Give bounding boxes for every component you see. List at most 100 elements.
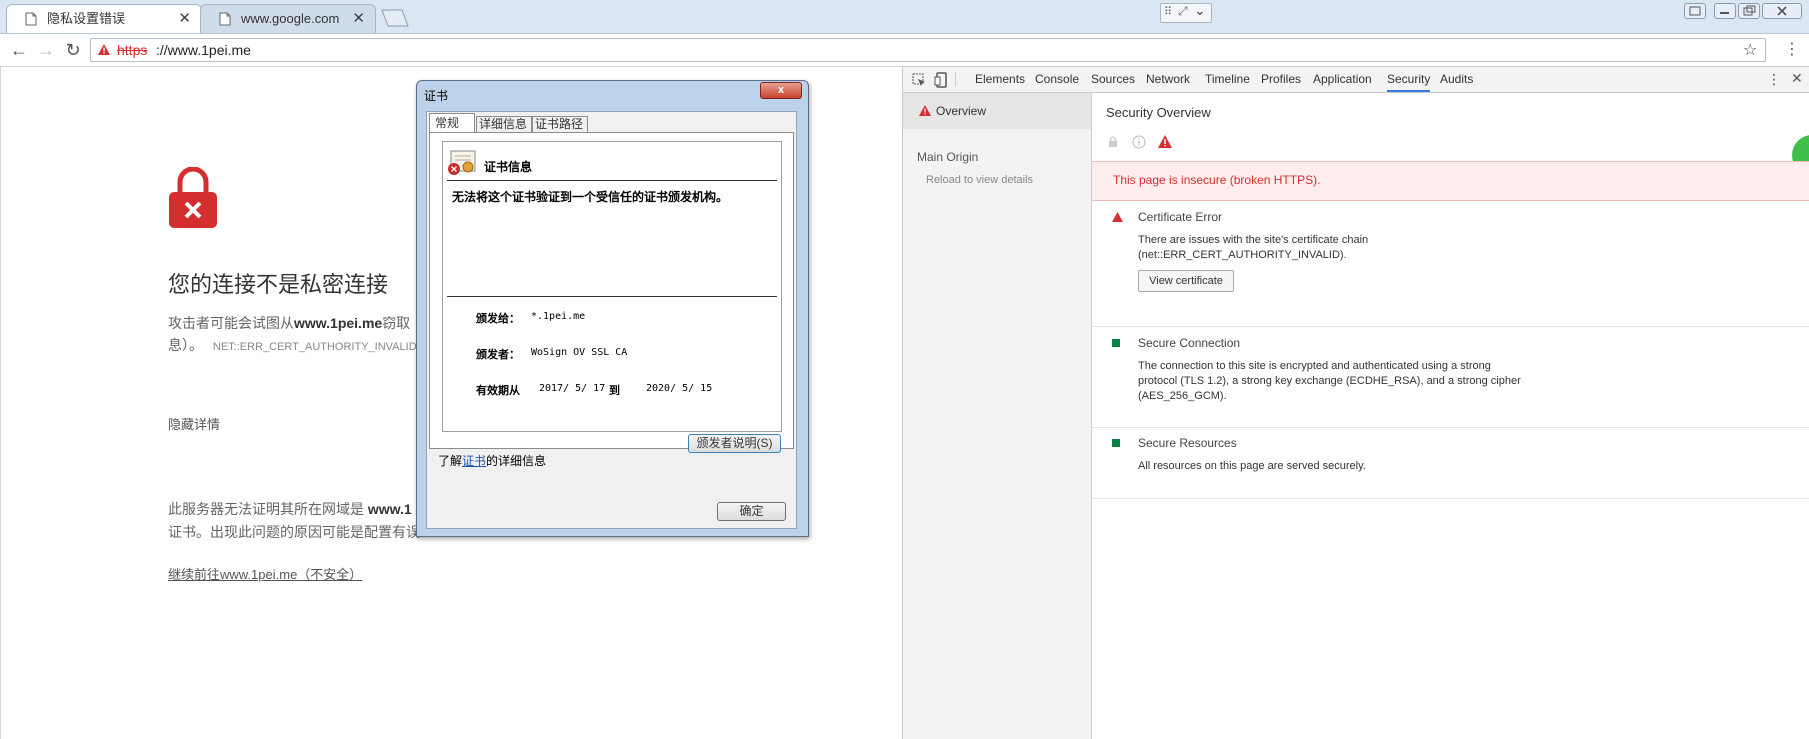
dialog-close-button[interactable]: x <box>760 82 802 99</box>
restore-button[interactable] <box>1738 3 1760 19</box>
learn-more-line: 了解证书的详细信息 <box>438 452 546 469</box>
section-text: (AES_256_GCM). <box>1138 390 1227 402</box>
certificate-error-icon <box>448 150 476 175</box>
tab-sources[interactable]: Sources <box>1091 67 1135 92</box>
detail-line2: 证书。出现此问题的原因可能是配置有误 <box>168 524 420 540</box>
tab-network[interactable]: Network <box>1146 67 1190 92</box>
minimize-icon <box>1720 12 1729 14</box>
url-host: ://www.1pei.me <box>156 42 251 58</box>
user-button[interactable] <box>1684 3 1706 19</box>
learn-text-suffix: 的详细信息 <box>486 454 547 468</box>
section-title: Certificate Error <box>1138 210 1223 224</box>
device-mode-icon[interactable] <box>934 72 948 88</box>
tab-strip: 隐私设置错误 ✕ www.google.com ✕ ⠿ ⤢ ⌄ <box>0 0 1809 34</box>
more-options-icon[interactable]: ⋮ <box>1767 71 1781 88</box>
secure-square-icon <box>1112 439 1120 447</box>
validity-to-word: 到 <box>609 385 620 397</box>
tab-audits[interactable]: Audits <box>1440 67 1473 92</box>
general-tab-panel: 证书信息 无法将这个证书验证到一个受信任的证书颁发机构。 颁发给： *.1pei… <box>429 132 794 453</box>
validity-to: 2020/ 5/ 15 <box>646 383 713 394</box>
page-icon <box>25 12 37 26</box>
section-text: There are issues with the site's certifi… <box>1138 234 1369 246</box>
close-window-button[interactable] <box>1762 3 1802 19</box>
hide-details-button[interactable]: 隐藏详情 <box>168 414 220 433</box>
bookmark-star-icon[interactable]: ☆ <box>1743 40 1757 60</box>
menu-icon[interactable]: ⋮ <box>1784 39 1800 59</box>
arrow-left-icon: ← <box>10 40 28 60</box>
tab-google[interactable]: www.google.com ✕ <box>200 4 376 33</box>
arrow-right-icon: → <box>37 40 55 60</box>
tab-timeline[interactable]: Timeline <box>1205 67 1250 92</box>
user-icon <box>1689 6 1701 16</box>
issuer-statement-button[interactable]: 颁发者说明(S) <box>688 434 781 453</box>
section-text: All resources on this page are served se… <box>1138 460 1366 472</box>
close-icon: x <box>777 84 785 96</box>
inspect-icon[interactable] <box>912 73 926 87</box>
section-title: Secure Connection <box>1138 336 1241 350</box>
warning-icon <box>98 44 110 55</box>
extension-overlay[interactable]: ⠿ ⤢ ⌄ <box>1160 2 1212 23</box>
section-text: protocol (TLS 1.2), a strong key exchang… <box>1138 375 1521 387</box>
learn-text: 了解 <box>438 454 463 468</box>
forward-button[interactable]: → <box>33 37 59 63</box>
tab-console[interactable]: Console <box>1035 67 1079 92</box>
detail-text: 此服务器无法证明其所在网域是 <box>168 501 364 517</box>
validity-from: 2017/ 5/ 17 <box>539 383 606 394</box>
new-tab-button[interactable] <box>380 9 410 27</box>
close-tab-icon[interactable]: ✕ <box>352 5 365 33</box>
learn-certificate-link[interactable]: 证书 <box>462 454 486 468</box>
warning-line1: 攻击者可能会试图从www.1pei.me窃取 <box>168 313 410 333</box>
tab-application[interactable]: Application <box>1313 67 1372 92</box>
ok-button[interactable]: 确定 <box>717 502 786 521</box>
lock-icon <box>1109 136 1117 147</box>
warning-icon <box>919 105 931 116</box>
devtools-panel: Elements Console Sources Network Timelin… <box>902 67 1809 739</box>
sidebar-item-overview[interactable]: Overview <box>903 93 1091 129</box>
fullscreen-icon: ⤢ <box>1178 4 1188 18</box>
reload-button[interactable]: ↻ <box>60 37 86 63</box>
divider <box>447 180 777 181</box>
security-sidebar: Overview Main Origin Reload to view deta… <box>903 93 1092 739</box>
page-heading: 您的连接不是私密连接 <box>168 272 389 297</box>
proceed-link[interactable]: 继续前往www.1pei.me（不安全） <box>168 564 362 583</box>
cert-info-box: 证书信息 无法将这个证书验证到一个受信任的证书颁发机构。 颁发给： *.1pei… <box>442 141 782 432</box>
dialog-tab-details[interactable]: 详细信息 <box>476 116 532 133</box>
sidebar-main-origin: Main Origin <box>917 150 979 164</box>
tab-security[interactable]: Security <box>1387 67 1431 92</box>
warning-icon <box>1112 212 1123 222</box>
warning-text-end: 息）。 <box>168 337 203 353</box>
security-overview: Security Overview This page is insecure … <box>1092 93 1809 739</box>
minimize-button[interactable] <box>1714 3 1736 19</box>
section-text: (net::ERR_CERT_AUTHORITY_INVALID). <box>1138 249 1347 261</box>
info-icon <box>1132 135 1146 149</box>
lock-error-icon <box>169 167 217 228</box>
close-devtools-icon[interactable]: ✕ <box>1791 70 1803 87</box>
dialog-body: 常规 详细信息 证书路径 证书信息 无法将这个证书验证到一个受信任的证书颁发机构… <box>426 111 797 529</box>
tab-profiles[interactable]: Profiles <box>1261 67 1301 92</box>
tab-title: www.google.com <box>241 11 340 26</box>
dialog-tab-general[interactable]: 常规 <box>429 113 475 133</box>
tab-title: 隐私设置错误 <box>47 11 126 26</box>
view-certificate-button[interactable]: View certificate <box>1138 270 1234 292</box>
section-text: The connection to this site is encrypted… <box>1138 360 1491 372</box>
back-button[interactable]: ← <box>6 37 32 63</box>
toolbar-divider <box>955 72 956 87</box>
warning-line2: 息）。 NET::ERR_CERT_AUTHORITY_INVALID <box>168 335 417 355</box>
close-tab-icon[interactable]: ✕ <box>178 5 191 33</box>
warning-text: 攻击者可能会试图从 <box>168 315 294 331</box>
cert-info-title: 证书信息 <box>484 160 533 174</box>
security-overview-title: Security Overview <box>1106 105 1211 120</box>
detail-host: www.1 <box>367 501 412 517</box>
detail-line1: 此服务器无法证明其所在网域是 www.1 <box>168 499 412 519</box>
page-icon <box>219 12 231 26</box>
warning-icon <box>1158 135 1172 148</box>
secure-resources-section: Secure Resources All resources on this p… <box>1092 428 1809 499</box>
tab-elements[interactable]: Elements <box>975 67 1025 92</box>
restore-icon <box>1743 5 1756 16</box>
tab-privacy-error[interactable]: 隐私设置错误 ✕ <box>6 4 202 33</box>
browser-toolbar: ← → ↻ https ://www.1pei.me ☆ ⋮ <box>0 34 1809 67</box>
grid-icon: ⠿ <box>1164 6 1173 18</box>
address-bar[interactable]: https ://www.1pei.me ☆ <box>90 38 1766 62</box>
dialog-tab-path[interactable]: 证书路径 <box>532 116 588 133</box>
section-title: Secure Resources <box>1138 436 1237 450</box>
